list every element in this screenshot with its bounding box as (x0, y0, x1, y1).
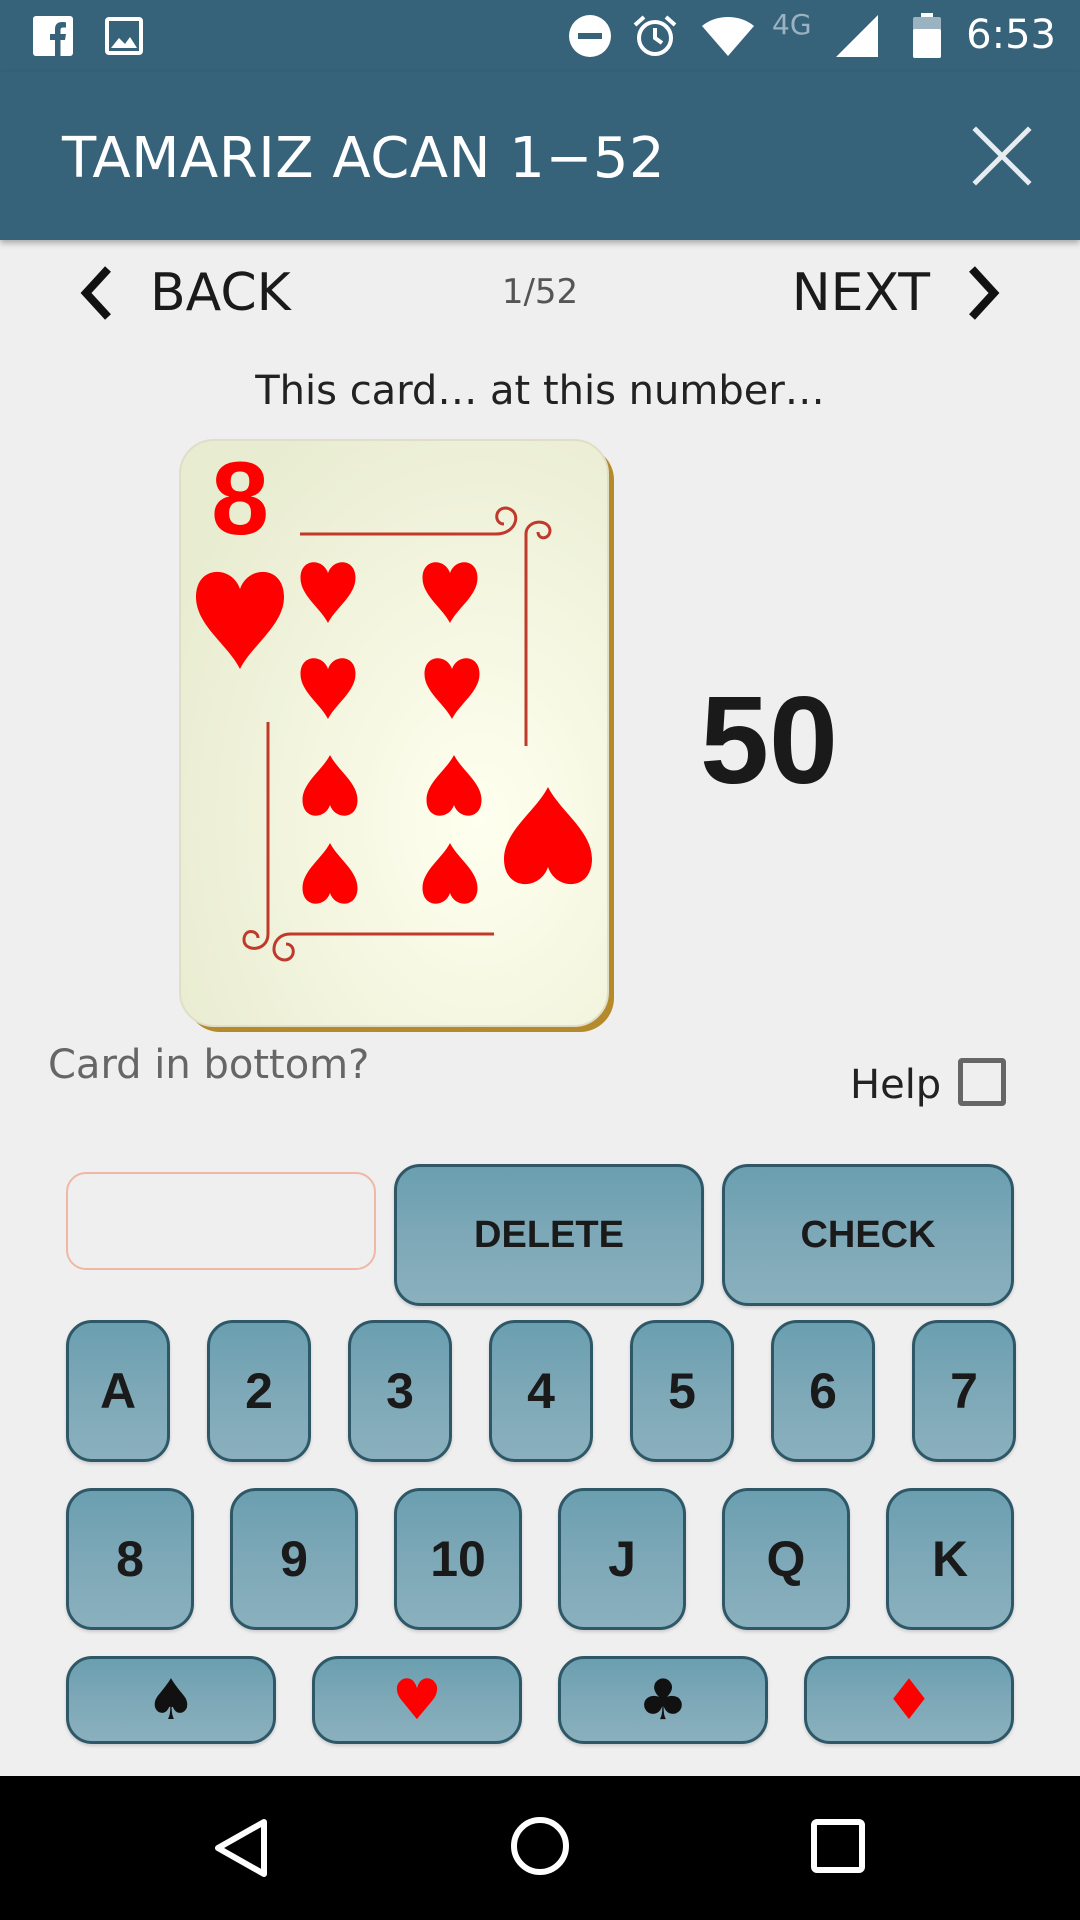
delete-button[interactable]: DELETE (394, 1164, 704, 1306)
rank-key-5[interactable]: 5 (630, 1320, 734, 1462)
help-label: Help (850, 1062, 942, 1108)
do-not-disturb-icon (568, 14, 612, 58)
rank-key-8[interactable]: 8 (66, 1488, 194, 1630)
facebook-icon (32, 14, 74, 58)
rank-key-j[interactable]: J (558, 1488, 686, 1630)
close-icon (972, 126, 1032, 186)
image-icon (104, 14, 144, 58)
next-button[interactable]: NEXT (792, 258, 1002, 328)
signal-icon (834, 14, 880, 58)
check-button[interactable]: CHECK (722, 1164, 1014, 1306)
alarm-icon (632, 14, 678, 58)
rank-key-6[interactable]: 6 (771, 1320, 875, 1462)
next-label: NEXT (791, 263, 930, 323)
status-bar: 4G 6:53 (0, 0, 1080, 72)
clubs-icon: ♣ (637, 1667, 689, 1733)
spades-icon: ♠ (145, 1667, 197, 1733)
battery-icon (912, 13, 942, 58)
help-checkbox[interactable] (958, 1058, 1006, 1106)
card-rank-bottom: 8 (521, 1037, 579, 1038)
network-type-label: 4G (772, 8, 812, 41)
diamonds-icon: ♦ (883, 1667, 935, 1733)
app-bar: TAMARIZ ACAN 1−52 (0, 72, 1080, 240)
suit-key-hearts[interactable]: ♥ (312, 1656, 522, 1744)
suit-key-diamonds[interactable]: ♦ (804, 1656, 1014, 1744)
back-icon (215, 1819, 267, 1877)
nav-recents-button[interactable] (808, 1816, 868, 1881)
playing-card: 8 8 (178, 438, 614, 1153)
suit-key-clubs[interactable]: ♣ (558, 1656, 768, 1744)
close-button[interactable] (970, 124, 1034, 188)
prompt-text: This card… at this number… (255, 368, 825, 414)
nav-home-button[interactable] (508, 1814, 572, 1883)
nav-back-button[interactable] (210, 1816, 274, 1885)
bottom-question: Card in bottom? (48, 1042, 370, 1088)
card-rank-top: 8 (211, 441, 269, 557)
suit-key-spades[interactable]: ♠ (66, 1656, 276, 1744)
wifi-icon (700, 14, 756, 58)
rank-key-10[interactable]: 10 (394, 1488, 522, 1630)
rank-key-a[interactable]: A (66, 1320, 170, 1462)
rank-key-k[interactable]: K (886, 1488, 1014, 1630)
rank-key-7[interactable]: 7 (912, 1320, 1016, 1462)
recents-icon (811, 1819, 865, 1873)
answer-input[interactable] (66, 1172, 376, 1270)
rank-key-3[interactable]: 3 (348, 1320, 452, 1462)
clock: 6:53 (966, 12, 1056, 58)
system-nav-bar (0, 1776, 1080, 1920)
rank-key-q[interactable]: Q (722, 1488, 850, 1630)
position-number: 50 (700, 672, 838, 810)
rank-key-9[interactable]: 9 (230, 1488, 358, 1630)
page-title: TAMARIZ ACAN 1−52 (62, 126, 666, 191)
hearts-icon: ♥ (391, 1667, 443, 1733)
rank-key-2[interactable]: 2 (207, 1320, 311, 1462)
rank-key-4[interactable]: 4 (489, 1320, 593, 1462)
chevron-right-icon (969, 266, 1000, 320)
home-icon (511, 1817, 569, 1875)
